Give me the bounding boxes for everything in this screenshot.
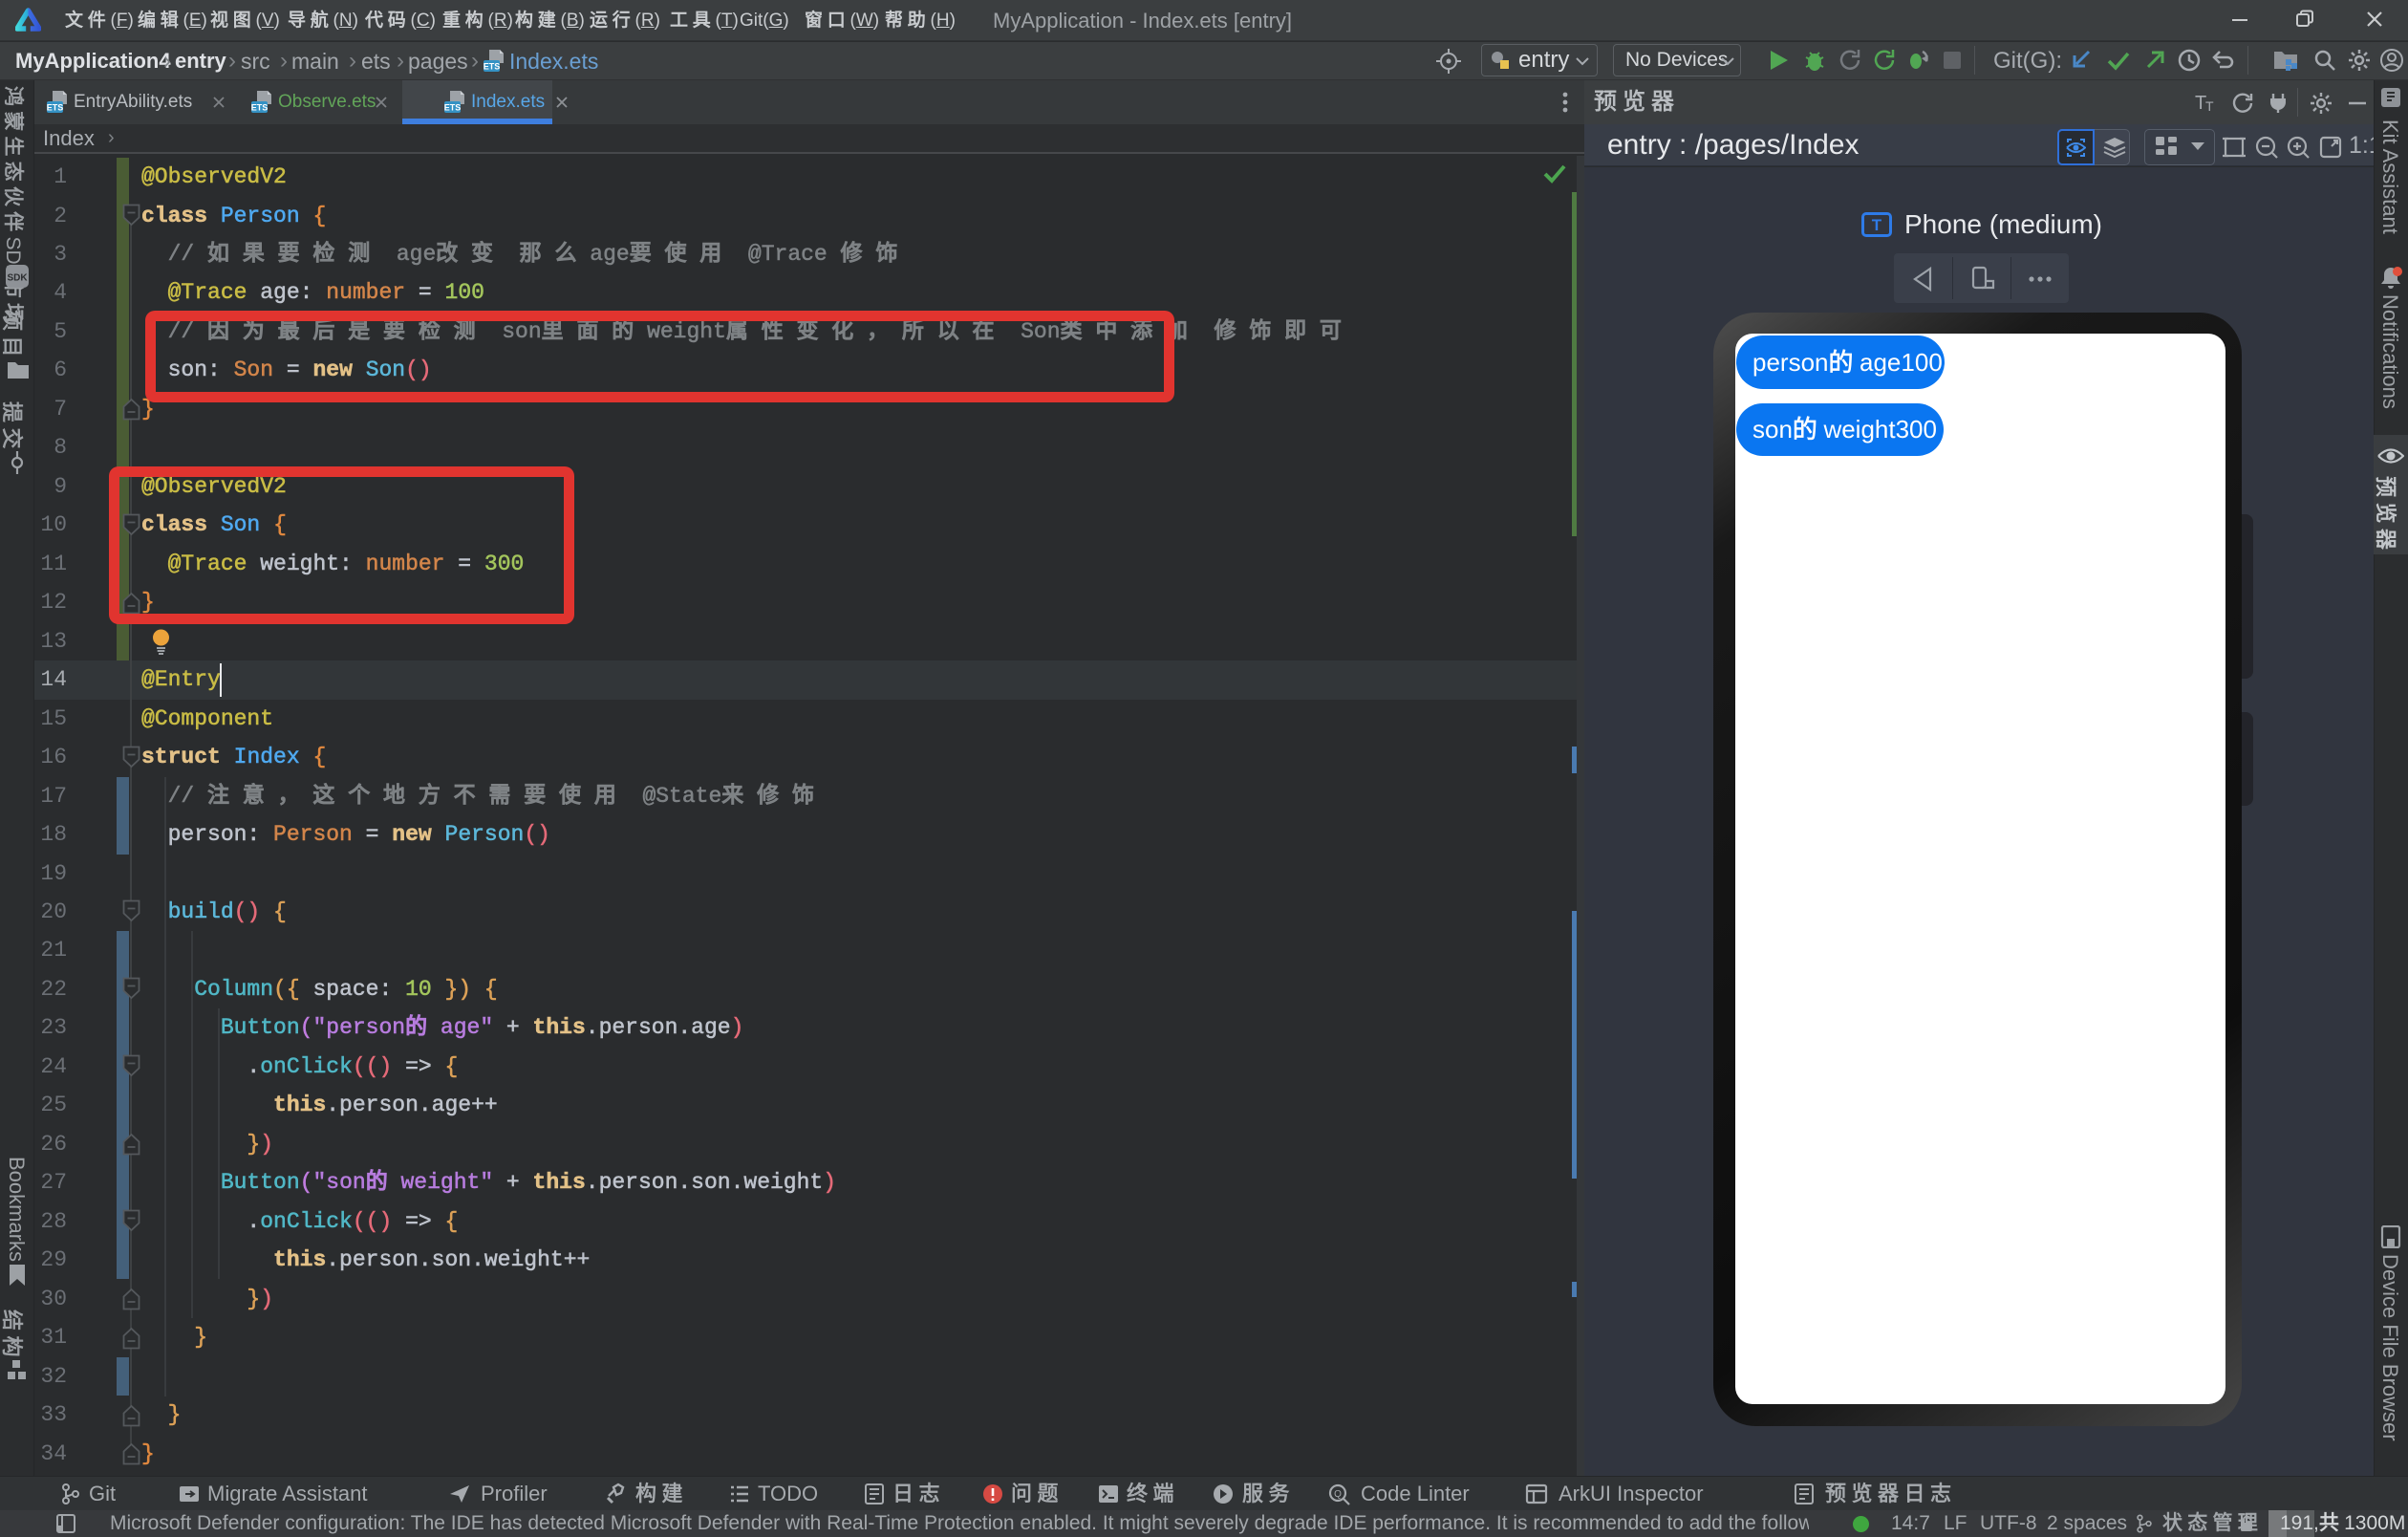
- svg-text:Q: Q: [1334, 1489, 1342, 1500]
- svg-text:ETS: ETS: [47, 103, 64, 113]
- svg-text:ETS: ETS: [251, 103, 269, 113]
- svg-text:T: T: [2205, 98, 2214, 114]
- svg-text:SDK: SDK: [7, 273, 28, 284]
- svg-text:ETS: ETS: [484, 62, 501, 72]
- svg-text:ETS: ETS: [444, 103, 462, 113]
